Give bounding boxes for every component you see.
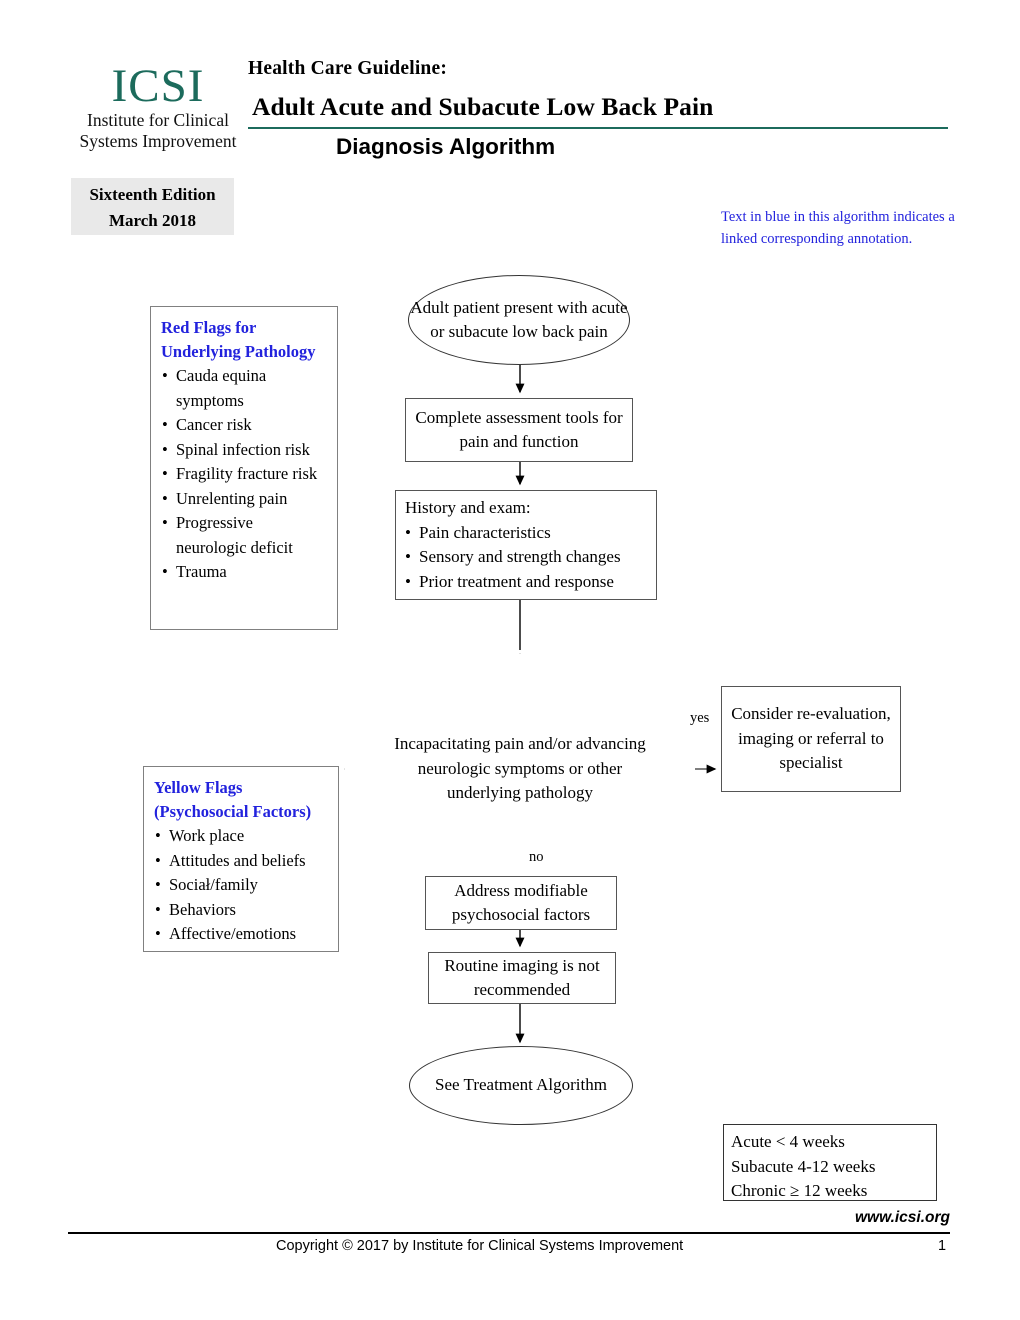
flow-node-assessment: Complete assessment tools for pain and f… [405, 398, 633, 462]
flow-node-specialist-label: Consider re-evaluation, imaging or refer… [731, 704, 891, 773]
flow-node-specialist: Consider re-evaluation, imaging or refer… [721, 686, 901, 792]
duration-legend-box: Acute < 4 weeks Subacute 4-12 weeks Chro… [723, 1124, 937, 1201]
flow-node-routine-label: Routine imaging is not recommended [444, 955, 600, 1000]
flow-node-decision-label: Incapacitating pain and/or advancing neu… [394, 734, 646, 803]
flow-node-address-label: Address modifiable psychosocial factors [451, 880, 591, 925]
flow-node-address-psychosocial: Address modifiable psychosocial factors [425, 876, 617, 930]
flow-node-assessment-label: Complete assessment tools for pain and f… [415, 407, 623, 452]
edge-label-no: no [527, 849, 546, 866]
flow-node-history: History and exam: Pain characteristics S… [395, 490, 657, 600]
flow-node-routine-imaging: Routine imaging is not recommended [428, 952, 616, 1004]
footer-copyright: Copyright © 2017 by Institute for Clinic… [276, 1238, 684, 1254]
flow-node-decision: Incapacitating pain and/or advancing neu… [345, 654, 695, 884]
list-item: Prior treatment and response [405, 570, 621, 595]
flow-node-start-label: Adult patient present with acute or suba… [410, 297, 628, 342]
list-item: Pain characteristics [405, 521, 621, 546]
footer-website-link[interactable]: www.icsi.org [855, 1209, 950, 1227]
flow-node-start: Adult patient present with acute or suba… [408, 275, 630, 365]
edge-label-yes: yes [688, 710, 712, 727]
flow-node-history-list: Pain characteristics Sensory and strengt… [405, 521, 621, 595]
list-item: Sensory and strength changes [405, 545, 621, 570]
flow-node-end-label: See Treatment Algorithm [435, 1075, 607, 1095]
flow-node-see-treatment-algorithm[interactable]: See Treatment Algorithm [409, 1046, 633, 1125]
legend-chronic: Chronic ≥ 12 weeks [731, 1181, 868, 1200]
flow-node-history-title: History and exam: [405, 498, 531, 517]
footer-divider [68, 1232, 950, 1234]
footer-page-number: 1 [938, 1238, 947, 1254]
legend-subacute: Subacute 4-12 weeks [731, 1156, 876, 1176]
legend-acute: Acute < 4 weeks [731, 1132, 845, 1151]
